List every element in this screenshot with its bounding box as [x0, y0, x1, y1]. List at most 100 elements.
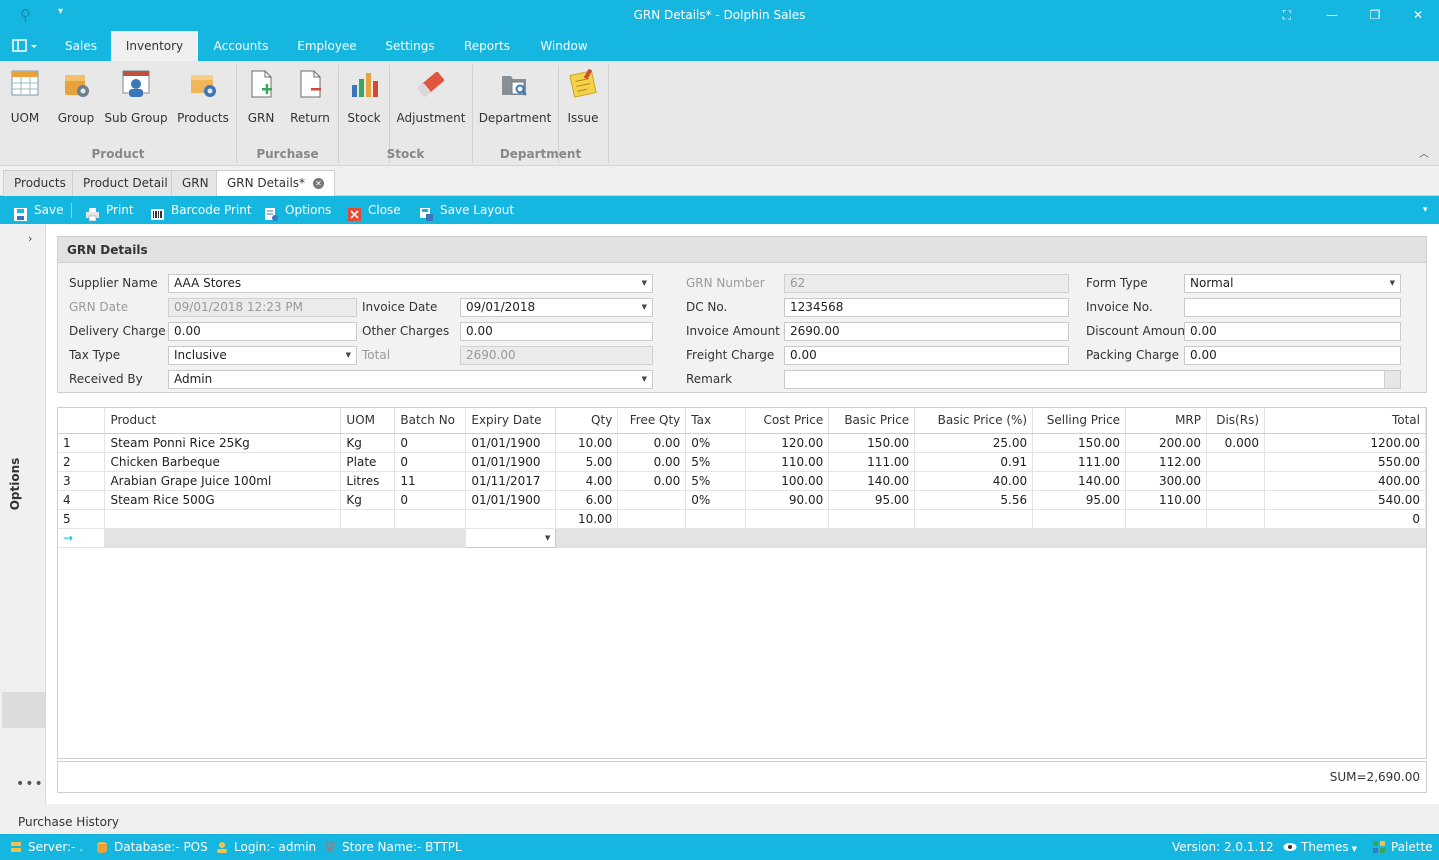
- menu-tab-settings[interactable]: Settings: [376, 31, 444, 61]
- table-cell[interactable]: [1206, 509, 1265, 529]
- table-cell[interactable]: 110.00: [1125, 490, 1208, 510]
- table-cell[interactable]: 01/01/1900: [465, 433, 557, 453]
- save-layout-button[interactable]: Save Layout: [420, 196, 514, 224]
- chevron-down-icon[interactable]: ▼: [642, 275, 647, 292]
- new-item-row[interactable]: → ▼: [58, 527, 1426, 548]
- menu-tab-employee[interactable]: Employee: [290, 31, 364, 61]
- new-row-cell[interactable]: [914, 528, 1034, 548]
- palette-button[interactable]: Palette: [1373, 839, 1433, 855]
- table-row[interactable]: 3 Arabian Grape Juice 100ml Litres 11 01/11/…: [58, 471, 1426, 491]
- other-charges-input[interactable]: 0.00: [460, 322, 653, 341]
- column-header-dis-rs[interactable]: Dis(Rs): [1206, 408, 1265, 434]
- new-row-cell[interactable]: [617, 528, 687, 548]
- fullscreen-icon[interactable]: ⛶: [1277, 6, 1297, 24]
- table-cell[interactable]: 540.00: [1264, 490, 1426, 510]
- table-cell[interactable]: [617, 490, 687, 510]
- table-cell[interactable]: [617, 509, 687, 529]
- table-cell[interactable]: 01/01/1900: [465, 490, 557, 510]
- ribbon-uom-button[interactable]: UOM: [6, 67, 44, 137]
- remark-input[interactable]: [784, 370, 1401, 389]
- column-header-basic-price[interactable]: Basic Price: [828, 408, 916, 434]
- tax-type-combo[interactable]: Inclusive ▼: [168, 346, 357, 365]
- menu-tab-window[interactable]: Window: [532, 31, 596, 61]
- table-cell[interactable]: 112.00: [1125, 452, 1208, 472]
- table-cell[interactable]: 5.56: [914, 490, 1034, 510]
- close-window-button[interactable]: ✕: [1408, 6, 1428, 24]
- purchase-history-tab[interactable]: Purchase History: [18, 815, 119, 829]
- new-row-cell[interactable]: [555, 528, 619, 548]
- supplier-name-combo[interactable]: AAA Stores ▼: [168, 274, 653, 293]
- chevron-down-icon[interactable]: ▼: [1390, 275, 1395, 292]
- ribbon-stock-button[interactable]: Stock: [344, 67, 384, 137]
- options-button[interactable]: Options: [265, 196, 331, 224]
- table-cell[interactable]: 5%: [685, 452, 747, 472]
- invoice-no-input[interactable]: [1184, 298, 1401, 317]
- close-tab-icon[interactable]: ✕: [313, 178, 325, 189]
- table-cell[interactable]: [394, 509, 467, 529]
- freight-charge-input[interactable]: 0.00: [784, 346, 1069, 365]
- table-cell[interactable]: 111.00: [828, 452, 916, 472]
- column-header-product[interactable]: Product: [104, 408, 342, 434]
- doc-tab-products[interactable]: Products: [3, 170, 77, 196]
- ribbon-subgroup-button[interactable]: Sub Group: [104, 67, 168, 137]
- table-cell[interactable]: 120.00: [745, 433, 830, 453]
- delivery-charge-input[interactable]: 0.00: [168, 322, 357, 341]
- table-cell[interactable]: Chicken Barbeque: [104, 452, 342, 472]
- ribbon-grn-button[interactable]: GRN: [244, 67, 278, 137]
- table-cell[interactable]: [1206, 471, 1265, 491]
- table-cell[interactable]: 0: [394, 433, 467, 453]
- table-row[interactable]: 1 Steam Ponni Rice 25Kg Kg 0 01/01/1900 10.00…: [58, 433, 1426, 453]
- doc-tab-product-detail[interactable]: Product Detail: [72, 170, 179, 196]
- table-cell[interactable]: 140.00: [828, 471, 916, 491]
- doc-tab-grn-details[interactable]: GRN Details* ✕: [216, 170, 336, 197]
- table-cell[interactable]: Plate: [340, 452, 396, 472]
- table-cell[interactable]: 5.00: [555, 452, 619, 472]
- ribbon-products-button[interactable]: Products: [176, 67, 230, 137]
- new-row-cell[interactable]: [685, 528, 747, 548]
- menu-tab-sales[interactable]: Sales: [55, 31, 107, 61]
- remark-expand-button[interactable]: [1384, 371, 1400, 388]
- column-header-mrp[interactable]: MRP: [1125, 408, 1208, 434]
- collapse-ribbon-icon[interactable]: ︿: [1419, 145, 1429, 160]
- options-panel-label[interactable]: Options: [8, 454, 22, 514]
- ribbon-department-button[interactable]: Department: [478, 67, 552, 137]
- form-type-combo[interactable]: Normal ▼: [1184, 274, 1401, 293]
- expand-chevron-icon[interactable]: ›: [28, 232, 32, 245]
- table-cell[interactable]: 150.00: [828, 433, 916, 453]
- table-cell[interactable]: 300.00: [1125, 471, 1208, 491]
- restore-button[interactable]: ❐: [1365, 6, 1385, 24]
- column-header-selling-price[interactable]: Selling Price: [1032, 408, 1127, 434]
- table-cell[interactable]: 11: [394, 471, 467, 491]
- table-cell[interactable]: 95.00: [1032, 490, 1127, 510]
- discount-amount-input[interactable]: 0.00: [1184, 322, 1401, 341]
- new-row-cell[interactable]: [1264, 528, 1426, 548]
- chevron-down-icon[interactable]: ▼: [346, 347, 351, 364]
- new-row-cell[interactable]: [745, 528, 830, 548]
- table-cell[interactable]: Arabian Grape Juice 100ml: [104, 471, 342, 491]
- table-cell[interactable]: 40.00: [914, 471, 1034, 491]
- packing-charge-input[interactable]: 0.00: [1184, 346, 1401, 365]
- column-header-batch-no[interactable]: Batch No: [394, 408, 467, 434]
- table-cell[interactable]: 25.00: [914, 433, 1034, 453]
- table-cell[interactable]: 0.91: [914, 452, 1034, 472]
- table-cell[interactable]: 1200.00: [1264, 433, 1426, 453]
- save-button[interactable]: Save: [14, 196, 63, 224]
- table-cell[interactable]: 400.00: [1264, 471, 1426, 491]
- table-cell[interactable]: [340, 509, 396, 529]
- table-cell[interactable]: 100.00: [745, 471, 830, 491]
- menu-tab-reports[interactable]: Reports: [456, 31, 518, 61]
- table-cell[interactable]: 111.00: [1032, 452, 1127, 472]
- column-header-expiry-date[interactable]: Expiry Date: [465, 408, 557, 434]
- table-cell[interactable]: [1206, 490, 1265, 510]
- table-cell[interactable]: 0.00: [617, 433, 687, 453]
- new-row-cell[interactable]: [394, 528, 467, 548]
- barcode-print-button[interactable]: Barcode Print: [151, 196, 252, 224]
- chevron-down-icon[interactable]: ▼: [642, 299, 647, 316]
- app-menu-button[interactable]: [12, 39, 40, 55]
- table-row[interactable]: 2 Chicken Barbeque Plate 0 01/01/1900 5.00 0.0…: [58, 452, 1426, 472]
- table-cell[interactable]: Steam Ponni Rice 25Kg: [104, 433, 342, 453]
- new-row-cell[interactable]: [1125, 528, 1208, 548]
- toolbar-customize-icon[interactable]: ▾: [1423, 196, 1428, 224]
- table-cell[interactable]: 0.000: [1206, 433, 1265, 453]
- table-cell[interactable]: 10.00: [555, 509, 619, 529]
